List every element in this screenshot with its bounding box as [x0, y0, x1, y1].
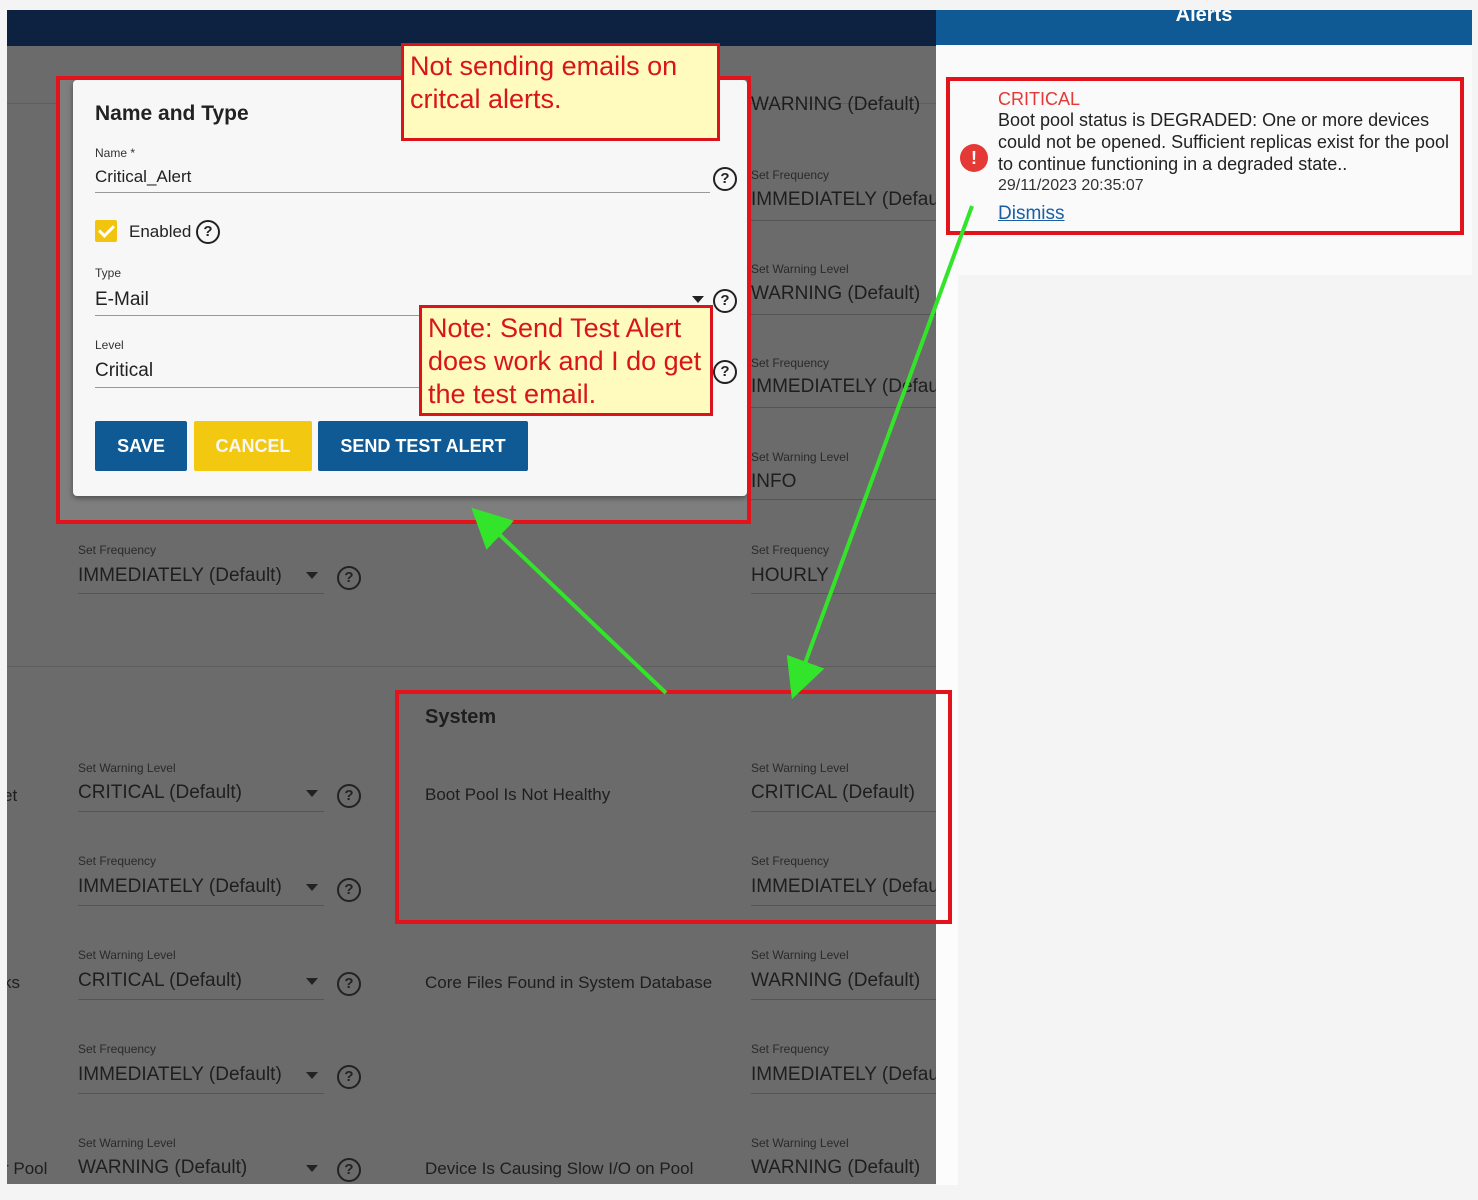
field-underline	[78, 811, 324, 812]
chevron-down-icon[interactable]	[306, 884, 318, 891]
field-underline	[751, 220, 936, 221]
field-underline	[751, 593, 936, 594]
chevron-down-icon[interactable]	[306, 790, 318, 797]
row-name-clipped: ks	[7, 973, 20, 992]
chevron-down-icon[interactable]	[306, 978, 318, 985]
field-label: Set Warning Level	[751, 948, 849, 962]
annotation-note-emails: Not sending emails on critcal alerts.	[401, 43, 720, 141]
field-underline	[78, 999, 324, 1000]
field-label: Set Frequency	[78, 1042, 157, 1056]
warning-level-select[interactable]: WARNING (Default)	[751, 970, 920, 992]
field-underline	[751, 999, 936, 1000]
field-label: Set Warning Level	[751, 450, 849, 464]
field-underline	[78, 593, 324, 594]
field-label: Set Warning Level	[78, 948, 176, 962]
frequency-select[interactable]: IMMEDIATELY (Defau	[751, 189, 936, 211]
field-underline	[751, 499, 936, 500]
annotation-box-alert	[946, 77, 1464, 235]
field-label: Set Frequency	[78, 543, 157, 557]
alerts-panel-title: Alerts	[1175, 10, 1233, 26]
warning-level-select[interactable]: CRITICAL (Default)	[78, 782, 242, 804]
field-label: Set Warning Level	[751, 262, 849, 276]
help-icon[interactable]: ?	[337, 878, 361, 902]
chevron-down-icon[interactable]	[306, 572, 318, 579]
row-name-clipped: r Pool	[7, 1159, 48, 1178]
annotation-box-dialog	[56, 76, 751, 524]
field-underline	[751, 407, 936, 408]
help-icon[interactable]: ?	[337, 1158, 361, 1182]
help-icon[interactable]: ?	[337, 972, 361, 996]
warning-level-select[interactable]: INFO	[751, 471, 796, 493]
frequency-select[interactable]: IMMEDIATELY (Default)	[78, 1064, 282, 1086]
field-label: Set Warning Level	[78, 761, 176, 775]
warning-level-select[interactable]: WARNING (Default)	[751, 283, 920, 305]
screenshot-root: WARNING (Default) Set Frequency IMMEDIAT…	[0, 0, 1478, 1200]
alert-row-name: Core Files Found in System Database	[425, 973, 713, 992]
field-underline	[751, 1093, 936, 1094]
field-label: Set Frequency	[751, 168, 830, 182]
field-underline	[751, 314, 936, 315]
frequency-select[interactable]: HOURLY	[751, 565, 829, 587]
help-icon[interactable]: ?	[337, 784, 361, 808]
warning-level-select[interactable]: WARNING (Default)	[751, 1157, 920, 1179]
field-underline	[78, 905, 324, 906]
annotation-note-test: Note: Send Test Alert does work and I do…	[419, 305, 713, 416]
warning-level-select[interactable]: WARNING (Default)	[78, 1157, 247, 1179]
field-label: Set Frequency	[751, 543, 830, 557]
frequency-select[interactable]: IMMEDIATELY (Defau	[751, 1064, 936, 1086]
alert-row-name: Device Is Causing Slow I/O on Pool	[425, 1159, 694, 1178]
field-label: Set Warning Level	[751, 1136, 849, 1150]
frequency-select[interactable]: IMMEDIATELY (Defau	[751, 376, 936, 398]
field-underline	[78, 1093, 324, 1094]
help-icon[interactable]: ?	[337, 566, 361, 590]
chevron-down-icon[interactable]	[306, 1072, 318, 1079]
field-label: Set Frequency	[78, 854, 157, 868]
divider	[7, 666, 936, 667]
frequency-select[interactable]: IMMEDIATELY (Default)	[78, 876, 282, 898]
row-name-clipped: et	[7, 786, 18, 805]
field-label: Set Frequency	[751, 1042, 830, 1056]
top-navbar	[7, 10, 936, 46]
help-icon[interactable]: ?	[337, 1065, 361, 1089]
annotation-box-system	[395, 690, 952, 924]
field-label: Set Frequency	[751, 356, 830, 370]
field-label: Set Warning Level	[78, 1136, 176, 1150]
alerts-panel-header: Alerts	[936, 10, 1472, 45]
frequency-select[interactable]: IMMEDIATELY (Default)	[78, 565, 282, 587]
warning-level-select[interactable]: WARNING (Default)	[751, 94, 920, 116]
warning-level-select[interactable]: CRITICAL (Default)	[78, 970, 242, 992]
chevron-down-icon[interactable]	[306, 1165, 318, 1172]
